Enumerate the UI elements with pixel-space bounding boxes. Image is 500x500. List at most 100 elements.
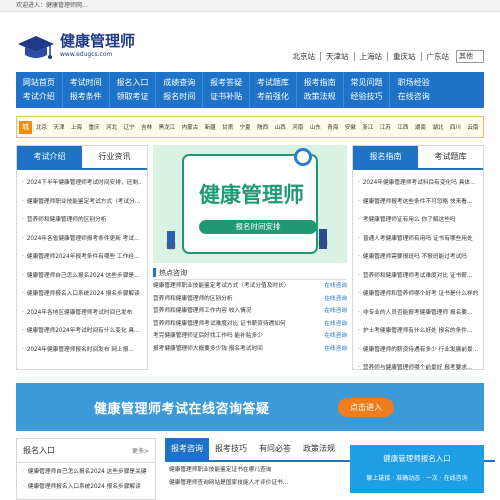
nav-item-signup-time[interactable]: 报名时间	[163, 90, 195, 104]
nav-item-career[interactable]: 职场经验	[398, 76, 430, 90]
more-link[interactable]: 更多>	[132, 446, 149, 455]
site-logo[interactable]: 健康管理师 www.edugcs.com	[16, 32, 135, 64]
tab-tips[interactable]: 报考技巧	[209, 438, 253, 460]
list-item[interactable]: 护士考健康管理师有什么好处 报名的条件...	[358, 322, 478, 341]
region-link[interactable]: 四川	[450, 123, 461, 131]
online-consult-link[interactable]: 在线咨询	[324, 343, 347, 356]
tab-exam-intro[interactable]: 考试介绍	[17, 146, 82, 168]
nav-item-tips[interactable]: 经验技巧	[350, 90, 382, 104]
nav-item-home[interactable]: 网站首页	[23, 76, 55, 90]
list-item[interactable]: 普通人考健康管理师有用吗 证书有哪些用处	[358, 230, 478, 249]
region-link[interactable]: 江苏	[380, 123, 391, 131]
list-item[interactable]: 2024年健康管理师报名时间发布 网上报...	[22, 341, 142, 360]
region-link[interactable]: 宁夏	[240, 123, 251, 131]
region-link[interactable]: 山东	[310, 123, 321, 131]
nav-item-question-bank[interactable]: 考试题库	[257, 76, 289, 90]
region-link[interactable]: 浙江	[362, 123, 373, 131]
tab-signup-guide[interactable]: 报名指南	[353, 146, 418, 168]
tab-qa[interactable]: 有问必答	[253, 438, 297, 460]
region-link[interactable]: 湖北	[432, 123, 443, 131]
region-link[interactable]: 云南	[467, 123, 478, 131]
region-link[interactable]: 黑龙江	[159, 123, 176, 131]
list-item[interactable]: 2024年健康管理师考试科目有变化吗 具体...	[358, 174, 478, 193]
tab-consult[interactable]: 报考咨询	[165, 438, 209, 460]
region-link[interactable]: 山西	[275, 123, 286, 131]
list-item[interactable]: 考健康管理师证有用么 你了解这些吗	[358, 211, 478, 230]
nav-item-guide[interactable]: 报考指南	[304, 76, 336, 90]
list-item[interactable]: 2024年各地区健康管理师考试时间已发布	[22, 304, 142, 323]
nav-item-signup[interactable]: 报名入口	[116, 76, 148, 90]
nav-item-policy[interactable]: 政策法规	[304, 90, 336, 104]
banner[interactable]: 健康管理师 报名时间安排	[153, 145, 347, 263]
city-link-tianjin[interactable]: 天津站	[321, 52, 355, 61]
tab-policy[interactable]: 政策法规	[297, 438, 341, 460]
nav-item-get-cert[interactable]: 领取考证	[116, 90, 148, 104]
online-consult-link[interactable]: 在线咨询	[324, 305, 347, 318]
region-link[interactable]: 甘肃	[222, 123, 233, 131]
region-link[interactable]: 重庆	[89, 123, 100, 131]
list-item[interactable]: 健康管理师报名入口系统2024 报名步骤解读	[22, 285, 142, 304]
region-link[interactable]: 辽宁	[124, 123, 135, 131]
tab-industry-news[interactable]: 行业资讯	[82, 146, 147, 168]
nav-item-exam-time[interactable]: 考试时间	[70, 76, 102, 90]
list-item[interactable]: 健康管理师报名入口系统2024 报名步骤解读	[23, 480, 149, 495]
region-link[interactable]: 天津	[54, 123, 65, 131]
region-link[interactable]: 湖南	[415, 123, 426, 131]
region-link[interactable]: 河南	[292, 123, 303, 131]
region-link[interactable]: 河北	[106, 123, 117, 131]
region-link[interactable]: 新疆	[205, 123, 216, 131]
region-link[interactable]: 安徽	[345, 123, 356, 131]
region-link[interactable]: 北京	[36, 123, 47, 131]
nav-item-score[interactable]: 成绩查询	[163, 76, 195, 90]
nav-item-common-questions[interactable]: 常见问题	[350, 76, 382, 90]
list-item[interactable]: 2024年各省健康管理师报考条件更新 考试...	[22, 230, 142, 249]
hot-consult-row: 报考健康管理师大概要多少钱 报名考试时间 在线咨询	[153, 343, 347, 356]
hot-consult-list: 健康管理师职业技能鉴定考试方式（考试分值及时长） 在线咨询 营养师和健康管理师的区别…	[153, 280, 347, 355]
list-item[interactable]: 健康管理师和营养师哪个好考 证书是什么样的	[358, 285, 478, 304]
hot-consult-link[interactable]: 营养师和健康管理师工作内容 收入情况	[153, 305, 318, 318]
hot-consult-link[interactable]: 营养师和健康管理师的区别分析	[153, 293, 318, 306]
city-link-beijing[interactable]: 北京站	[288, 52, 321, 61]
nav-item-subsidy[interactable]: 证书补贴	[210, 90, 242, 104]
nav-item-consult[interactable]: 在线咨询	[398, 90, 430, 104]
list-item[interactable]: 健康管理师的薪资待遇有多少 行业发展前景...	[358, 341, 478, 360]
hot-consult-link[interactable]: 报考健康管理师大概要多少钱 报名考试时间	[153, 343, 318, 356]
online-consult-link[interactable]: 在线咨询	[324, 280, 347, 293]
hot-consult-link[interactable]: 营养师和健康管理师考试难度对比 证书薪资待遇如何	[153, 318, 318, 331]
list-item[interactable]: 营养师和健康管理师考试难度对比 证书薪...	[358, 267, 478, 286]
city-link-guangdong[interactable]: 广东站	[422, 52, 455, 61]
list-item[interactable]: 2024下半年健康管理师考试时间安排，还剩...	[22, 174, 142, 193]
hot-consult-link[interactable]: 考完健康管理师证后好找工作吗 能补贴多少	[153, 330, 318, 343]
nav-item-intensive[interactable]: 考前强化	[257, 90, 289, 104]
hot-consult-link[interactable]: 健康管理师职业技能鉴定考试方式（考试分值及时长）	[153, 280, 318, 293]
list-item[interactable]: 健康管理师需要报班吗 不报班能过考试吗	[358, 248, 478, 267]
city-link-chongqing[interactable]: 重庆站	[388, 52, 422, 61]
nav-item-faq[interactable]: 报考答疑	[210, 76, 242, 90]
side-signup-card[interactable]: 健康管理师报名入口 聊上链接 · 准确动态 · 一次 · 在线咨询	[350, 445, 484, 493]
online-consult-link[interactable]: 在线咨询	[324, 293, 347, 306]
list-item[interactable]: 健康管理师自己怎么报名2024 这些步骤是...	[22, 267, 142, 286]
list-item[interactable]: 健康管理师2024年报考条件有哪些 工作经...	[22, 248, 142, 267]
list-item[interactable]: 营养师和健康管理师的区别分析	[22, 211, 142, 230]
enter-button[interactable]: 点击进入	[338, 398, 394, 417]
region-link[interactable]: 内蒙古	[182, 123, 199, 131]
region-link[interactable]: 青海	[327, 123, 338, 131]
list-item[interactable]: 营养师与健康管理师哪个前景好 报考要求...	[358, 359, 478, 378]
online-consult-link[interactable]: 在线咨询	[324, 318, 347, 331]
tab-question-bank[interactable]: 考试题库	[418, 146, 483, 168]
list-item[interactable]: 非专业的人员否能报考健康管理师 报名要...	[358, 304, 478, 323]
region-link[interactable]: 江西	[397, 123, 408, 131]
list-item[interactable]: 健康管理师2024年考试时间有什么变化 具...	[22, 322, 142, 341]
region-link[interactable]: 吉林	[141, 123, 152, 131]
nav-item-conditions[interactable]: 报考条件	[70, 90, 102, 104]
online-consult-link[interactable]: 在线咨询	[324, 330, 347, 343]
consult-ad-banner[interactable]: 健康管理师考试在线咨询答疑 点击进入	[16, 383, 484, 431]
list-item[interactable]: 健康管理师报考这些条件不可忽略 快来看...	[358, 193, 478, 212]
region-link[interactable]: 上海	[71, 123, 82, 131]
list-item[interactable]: 健康管理师自己怎么报名2024 这些步骤是关键	[23, 465, 149, 480]
other-city-select[interactable]: 其他	[456, 50, 484, 63]
nav-item-exam-intro[interactable]: 考试介绍	[23, 90, 55, 104]
list-item[interactable]: 健康管理师职业技能鉴定考试方式（考试分...	[22, 193, 142, 212]
city-link-shanghai[interactable]: 上海站	[355, 52, 388, 61]
region-link[interactable]: 陕西	[257, 123, 268, 131]
